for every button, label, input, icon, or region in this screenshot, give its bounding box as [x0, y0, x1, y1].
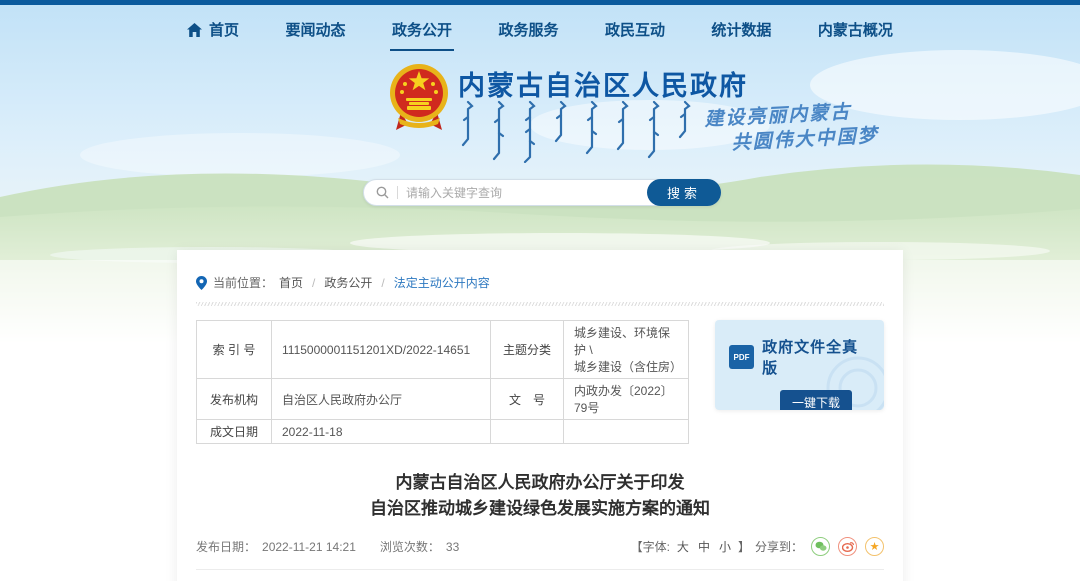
breadcrumb: 当前位置： 首页 / 政务公开 / 法定主动公开内容	[196, 274, 884, 291]
pdf-download-box: PDF 政府文件全真版 一键下载	[715, 320, 884, 410]
nav-label: 统计数据	[711, 19, 771, 40]
topic-category-label: 主题分类	[491, 321, 564, 379]
pdf-icon: PDF	[729, 345, 754, 369]
index-number-label: 索 引 号	[197, 321, 272, 379]
article-meta-row: 发布日期： 2022-11-21 14:21 浏览次数： 33 【字体: 大 中 小 …	[196, 537, 884, 556]
empty-cell	[564, 420, 689, 444]
article-title-line-1: 内蒙古自治区人民政府办公厅关于印发	[196, 470, 884, 496]
document-meta-table: 索 引 号 1115000001151201XD/2022-14651 主题分类…	[196, 320, 689, 444]
nav-label: 政务公开	[392, 19, 452, 40]
page: 首页 要闻动态 政务公开 政务服务 政民互动 统计数据 内蒙古概况	[0, 0, 1080, 581]
breadcrumb-prefix: 当前位置：	[213, 274, 273, 291]
issuing-agency-label: 发布机构	[197, 379, 272, 420]
topic-category-line-2: 城乡建设（含住房）	[574, 358, 678, 375]
search-icon	[376, 186, 389, 199]
nav-item-services[interactable]: 政务服务	[496, 11, 560, 51]
home-icon	[187, 23, 202, 37]
search-bar: 搜索	[363, 179, 721, 206]
article-title: 内蒙古自治区人民政府办公厅关于印发 自治区推动城乡建设绿色发展实施方案的通知	[196, 470, 884, 522]
publish-date-label: 发布日期：	[196, 540, 256, 554]
written-date-value: 2022-11-18	[272, 420, 491, 444]
written-date-label: 成文日期	[197, 420, 272, 444]
nav-item-home[interactable]: 首页	[185, 11, 241, 51]
nav-item-gov-affairs[interactable]: 政务公开	[390, 11, 454, 51]
doc-number-label: 文 号	[491, 379, 564, 420]
one-click-download-button[interactable]: 一键下载	[780, 390, 852, 410]
breadcrumb-separator: /	[312, 276, 315, 290]
nav-item-news[interactable]: 要闻动态	[283, 11, 347, 51]
content-card: 当前位置： 首页 / 政务公开 / 法定主动公开内容 索 引 号 1115000…	[177, 250, 903, 581]
main-nav: 首页 要闻动态 政务公开 政务服务 政民互动 统计数据 内蒙古概况	[185, 11, 895, 51]
font-size-prefix: 【字体:	[631, 538, 670, 555]
pdf-box-header: PDF 政府文件全真版	[729, 336, 870, 378]
breadcrumb-gov-affairs[interactable]: 政务公开	[324, 274, 372, 291]
font-share-controls: 【字体: 大 中 小 】 分享到： ★	[631, 537, 884, 556]
doc-number-value: 内政办发〔2022〕79号	[564, 379, 689, 420]
topic-category-value: 城乡建设、环境保护 \ 城乡建设（含住房）	[564, 321, 689, 379]
pdf-box-title: 政府文件全真版	[762, 336, 870, 378]
table-row: 成文日期 2022-11-18	[197, 420, 689, 444]
font-size-large[interactable]: 大	[677, 538, 689, 555]
nav-label: 要闻动态	[285, 19, 345, 40]
views-value: 33	[446, 540, 459, 554]
nav-label: 政务服务	[498, 19, 558, 40]
font-size-suffix: 】	[738, 538, 750, 555]
views-label: 浏览次数：	[380, 540, 440, 554]
nav-label: 内蒙古概况	[818, 19, 893, 40]
breadcrumb-home[interactable]: 首页	[279, 274, 303, 291]
empty-cell	[491, 420, 564, 444]
share-wechat-icon[interactable]	[811, 537, 830, 556]
publish-info: 发布日期： 2022-11-21 14:21 浏览次数： 33	[196, 538, 465, 555]
search-button[interactable]: 搜索	[647, 179, 721, 206]
section-divider	[196, 569, 884, 570]
font-size-small[interactable]: 小	[719, 538, 731, 555]
search-divider	[397, 186, 398, 199]
font-size-medium[interactable]: 中	[698, 538, 710, 555]
index-number-value: 1115000001151201XD/2022-14651	[272, 321, 491, 379]
share-label: 分享到：	[755, 538, 803, 555]
breadcrumb-current[interactable]: 法定主动公开内容	[394, 274, 490, 291]
issuing-agency-value: 自治区人民政府办公厅	[272, 379, 491, 420]
document-info-row: 索 引 号 1115000001151201XD/2022-14651 主题分类…	[196, 320, 884, 444]
nav-item-interaction[interactable]: 政民互动	[603, 11, 667, 51]
table-row: 发布机构 自治区人民政府办公厅 文 号 内政办发〔2022〕79号	[197, 379, 689, 420]
nav-item-overview[interactable]: 内蒙古概况	[816, 11, 895, 51]
breadcrumb-separator: /	[381, 276, 384, 290]
dotted-divider	[196, 302, 884, 306]
site-title: 内蒙古自治区人民政府	[458, 64, 748, 103]
national-emblem	[388, 62, 450, 139]
mongolian-script	[460, 99, 700, 168]
article-title-line-2: 自治区推动城乡建设绿色发展实施方案的通知	[196, 496, 884, 522]
location-pin-icon	[196, 276, 207, 290]
publish-date-value: 2022-11-21 14:21	[262, 540, 356, 554]
nav-label: 首页	[209, 19, 239, 40]
share-favorite-star-icon[interactable]: ★	[865, 537, 884, 556]
topic-category-line-1: 城乡建设、环境保护 \	[574, 324, 678, 358]
share-weibo-icon[interactable]	[838, 537, 857, 556]
nav-label: 政民互动	[605, 19, 665, 40]
nav-item-statistics[interactable]: 统计数据	[709, 11, 773, 51]
table-row: 索 引 号 1115000001151201XD/2022-14651 主题分类…	[197, 321, 689, 379]
